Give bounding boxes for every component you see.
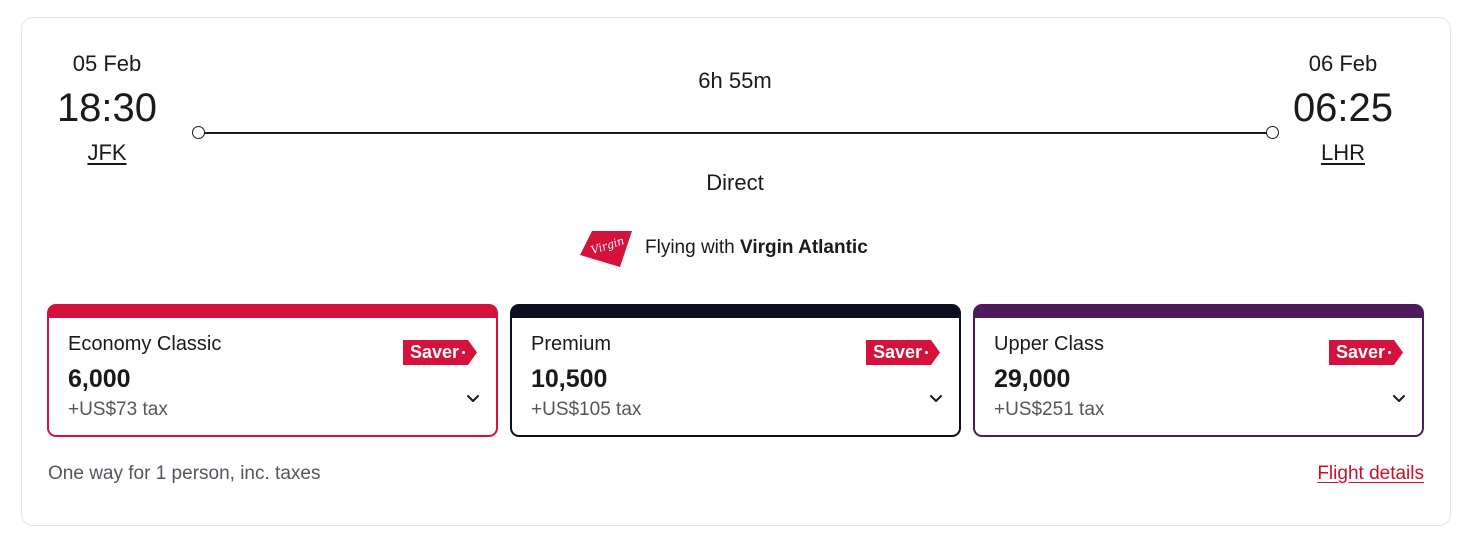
arrival-time: 06:25: [1292, 86, 1394, 130]
fare-cabin-name: Premium: [531, 333, 612, 355]
fare-premium[interactable]: Premium 10,500 +US$105 tax Saver: [510, 304, 961, 437]
fare-economy-classic[interactable]: Economy Classic 6,000 +US$73 tax Saver: [47, 304, 498, 437]
saver-badge: Saver: [866, 340, 940, 365]
departure-time: 18:30: [56, 86, 158, 130]
chevron-down-icon[interactable]: [928, 390, 944, 406]
fare-cabin-name: Upper Class: [994, 333, 1105, 355]
fare-points: 29,000: [994, 365, 1071, 393]
chevron-down-icon[interactable]: [1391, 390, 1407, 406]
flight-duration: 6h 55m: [698, 68, 772, 93]
arrival-airport-link[interactable]: LHR: [1273, 140, 1413, 166]
saver-badge: Saver: [403, 340, 477, 365]
arrival-date: 06 Feb: [1308, 51, 1378, 76]
fare-tax: +US$105 tax: [531, 399, 642, 420]
airline-name: Virgin Atlantic: [740, 237, 868, 258]
flight-details-link[interactable]: Flight details: [1317, 462, 1424, 486]
departure-info: 05 Feb 18:30 JFK: [37, 51, 177, 166]
fare-points: 6,000: [68, 365, 131, 393]
chevron-down-icon[interactable]: [465, 390, 481, 406]
operating-airline: Virgin Flying with Virgin Atlantic: [578, 227, 868, 269]
arrival-info: 06 Feb 06:25 LHR: [1273, 51, 1413, 166]
virgin-tail-logo-icon: Virgin: [580, 231, 632, 267]
fare-tax: +US$73 tax: [68, 399, 168, 420]
airline-prefix: Flying with: [645, 237, 735, 258]
fare-tax: +US$251 tax: [994, 399, 1105, 420]
departure-airport-link[interactable]: JFK: [37, 140, 177, 166]
saver-badge: Saver: [1329, 340, 1403, 365]
departure-date: 05 Feb: [72, 51, 142, 76]
fare-cabin-name: Economy Classic: [68, 333, 222, 355]
route-line: [198, 132, 1273, 134]
stops-label: Direct: [706, 170, 764, 195]
fare-points: 10,500: [531, 365, 608, 393]
origin-dot-icon: [192, 126, 205, 139]
fare-footnote: One way for 1 person, inc. taxes: [48, 463, 321, 484]
fare-upper-class[interactable]: Upper Class 29,000 +US$251 tax Saver: [973, 304, 1424, 437]
airline-text: Flying with Virgin Atlantic: [645, 237, 868, 259]
